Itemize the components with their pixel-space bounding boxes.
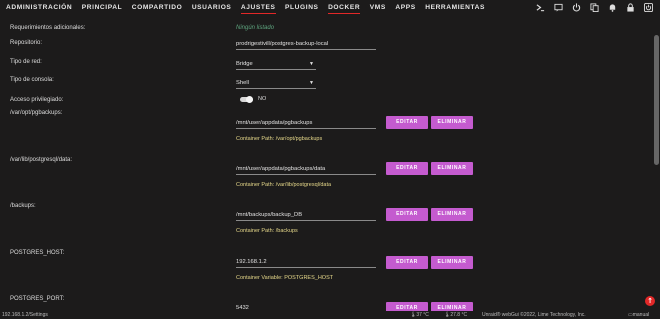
nav-administracion[interactable]: ADMINISTRACIÓN bbox=[6, 0, 72, 15]
privileged-toggle[interactable] bbox=[240, 96, 253, 103]
power-off-icon[interactable] bbox=[643, 2, 654, 13]
repository-input[interactable]: prodrigestivill/postgres-backup-local bbox=[236, 40, 376, 50]
lock-icon[interactable] bbox=[625, 2, 636, 13]
variable-input-postgres-port[interactable]: 5432 bbox=[236, 304, 376, 311]
edit-button[interactable]: EDITAR bbox=[386, 162, 428, 175]
top-icon-group bbox=[528, 2, 654, 13]
terminal-icon[interactable] bbox=[535, 2, 546, 13]
variable-label-postgres-port: POSTGRES_PORT: bbox=[10, 296, 65, 302]
status-url: 192.168.1.2/Settings bbox=[2, 312, 48, 318]
delete-button[interactable]: ELIMINAR bbox=[431, 256, 473, 269]
container-variable-note: Container Variable: POSTGRES_HOST bbox=[236, 275, 334, 281]
path-label-postgresql-data: /var/lib/postgresql/data: bbox=[10, 157, 73, 163]
scrollbar[interactable] bbox=[652, 15, 660, 311]
privileged-value: NO bbox=[258, 96, 267, 102]
toggle-knob bbox=[246, 96, 253, 103]
copy-icon[interactable] bbox=[589, 2, 600, 13]
chevron-down-icon: ▼ bbox=[309, 80, 314, 86]
console-type-label: Tipo de consola: bbox=[10, 77, 54, 83]
power-icon[interactable] bbox=[571, 2, 582, 13]
delete-button[interactable]: ELIMINAR bbox=[431, 208, 473, 221]
feedback-icon[interactable] bbox=[553, 2, 564, 13]
path-input-backups[interactable]: /mnt/backups/backup_DB bbox=[236, 211, 376, 221]
nav-herramientas[interactable]: HERRAMIENTAS bbox=[425, 0, 485, 15]
temperature-cpu-value: 37 °C bbox=[416, 312, 429, 318]
repository-label: Repositorio: bbox=[10, 40, 43, 46]
console-type-value: Shell bbox=[236, 80, 249, 86]
edit-button[interactable]: EDITAR bbox=[386, 116, 428, 129]
temperature-board: 🌡27.8 °C bbox=[444, 312, 467, 318]
docker-template-form: Requerimientos adicionales: Ningún lista… bbox=[0, 15, 652, 311]
edit-button[interactable]: EDITAR bbox=[386, 208, 428, 221]
nav-ajustes[interactable]: AJUSTES bbox=[240, 0, 276, 15]
nav-usuarios[interactable]: USUARIOS bbox=[192, 0, 232, 15]
nav-vms[interactable]: VMS bbox=[370, 0, 386, 15]
variable-label-postgres-host: POSTGRES_HOST: bbox=[10, 250, 65, 256]
nav-plugins[interactable]: PLUGINS bbox=[285, 0, 319, 15]
path-label-pgbackups: /var/opt/pgbackups: bbox=[10, 110, 63, 116]
edit-button[interactable]: EDITAR bbox=[386, 302, 428, 311]
notifications-icon[interactable] bbox=[607, 2, 618, 13]
temperature-cpu: 🌡37 °C bbox=[410, 312, 429, 318]
manual-link[interactable]: ▭manual bbox=[628, 312, 649, 318]
top-navigation-bar: ADMINISTRACIÓN PRINCIPAL COMPARTIDO USUA… bbox=[0, 0, 660, 15]
path-input-pgbackups[interactable]: /mnt/user/appdata/pgbackups bbox=[236, 119, 376, 129]
requirements-label: Requerimientos adicionales: bbox=[10, 25, 86, 31]
chevron-down-icon: ▼ bbox=[309, 61, 314, 67]
container-path-note: Container Path: /var/lib/postgresql/data bbox=[236, 182, 332, 188]
arrow-up-icon: ↑ bbox=[647, 297, 653, 305]
nav-docker[interactable]: DOCKER bbox=[328, 0, 361, 15]
temperature-board-value: 27.8 °C bbox=[450, 312, 468, 318]
variable-input-postgres-host[interactable]: 192.168.1.2 bbox=[236, 258, 376, 268]
nav-apps[interactable]: APPS bbox=[395, 0, 415, 15]
privileged-label: Acceso privilegiado: bbox=[10, 97, 64, 103]
network-type-value: Bridge bbox=[236, 61, 253, 67]
scrollbar-thumb[interactable] bbox=[654, 35, 659, 165]
footer-bar: 192.168.1.2/Settings 🌡37 °C 🌡27.8 °C Unr… bbox=[0, 311, 660, 319]
main-nav: ADMINISTRACIÓN PRINCIPAL COMPARTIDO USUA… bbox=[6, 0, 495, 15]
manual-link-label: manual bbox=[632, 312, 650, 318]
nav-compartido[interactable]: COMPARTIDO bbox=[132, 0, 183, 15]
path-input-postgresql-data[interactable]: /mnt/user/appdata/pgbackups/data bbox=[236, 165, 376, 175]
delete-button[interactable]: ELIMINAR bbox=[431, 302, 473, 311]
edit-button[interactable]: EDITAR bbox=[386, 256, 428, 269]
requirements-value[interactable]: Ningún listado bbox=[236, 25, 274, 31]
network-type-select[interactable]: Bridge ▼ bbox=[236, 60, 316, 70]
container-path-note: Container Path: /backups bbox=[236, 228, 298, 234]
container-path-note: Container Path: /var/opt/pgbackups bbox=[236, 136, 323, 142]
delete-button[interactable]: ELIMINAR bbox=[431, 116, 473, 129]
console-type-select[interactable]: Shell ▼ bbox=[236, 79, 316, 89]
delete-button[interactable]: ELIMINAR bbox=[431, 162, 473, 175]
scroll-to-top-button[interactable]: ↑ bbox=[645, 296, 655, 306]
copyright-text: Unraid® webGui ©2022, Lime Technology, I… bbox=[482, 312, 586, 318]
path-label-backups: /backups: bbox=[10, 203, 36, 209]
network-type-label: Tipo de red: bbox=[10, 59, 42, 65]
nav-principal[interactable]: PRINCIPAL bbox=[82, 0, 122, 15]
